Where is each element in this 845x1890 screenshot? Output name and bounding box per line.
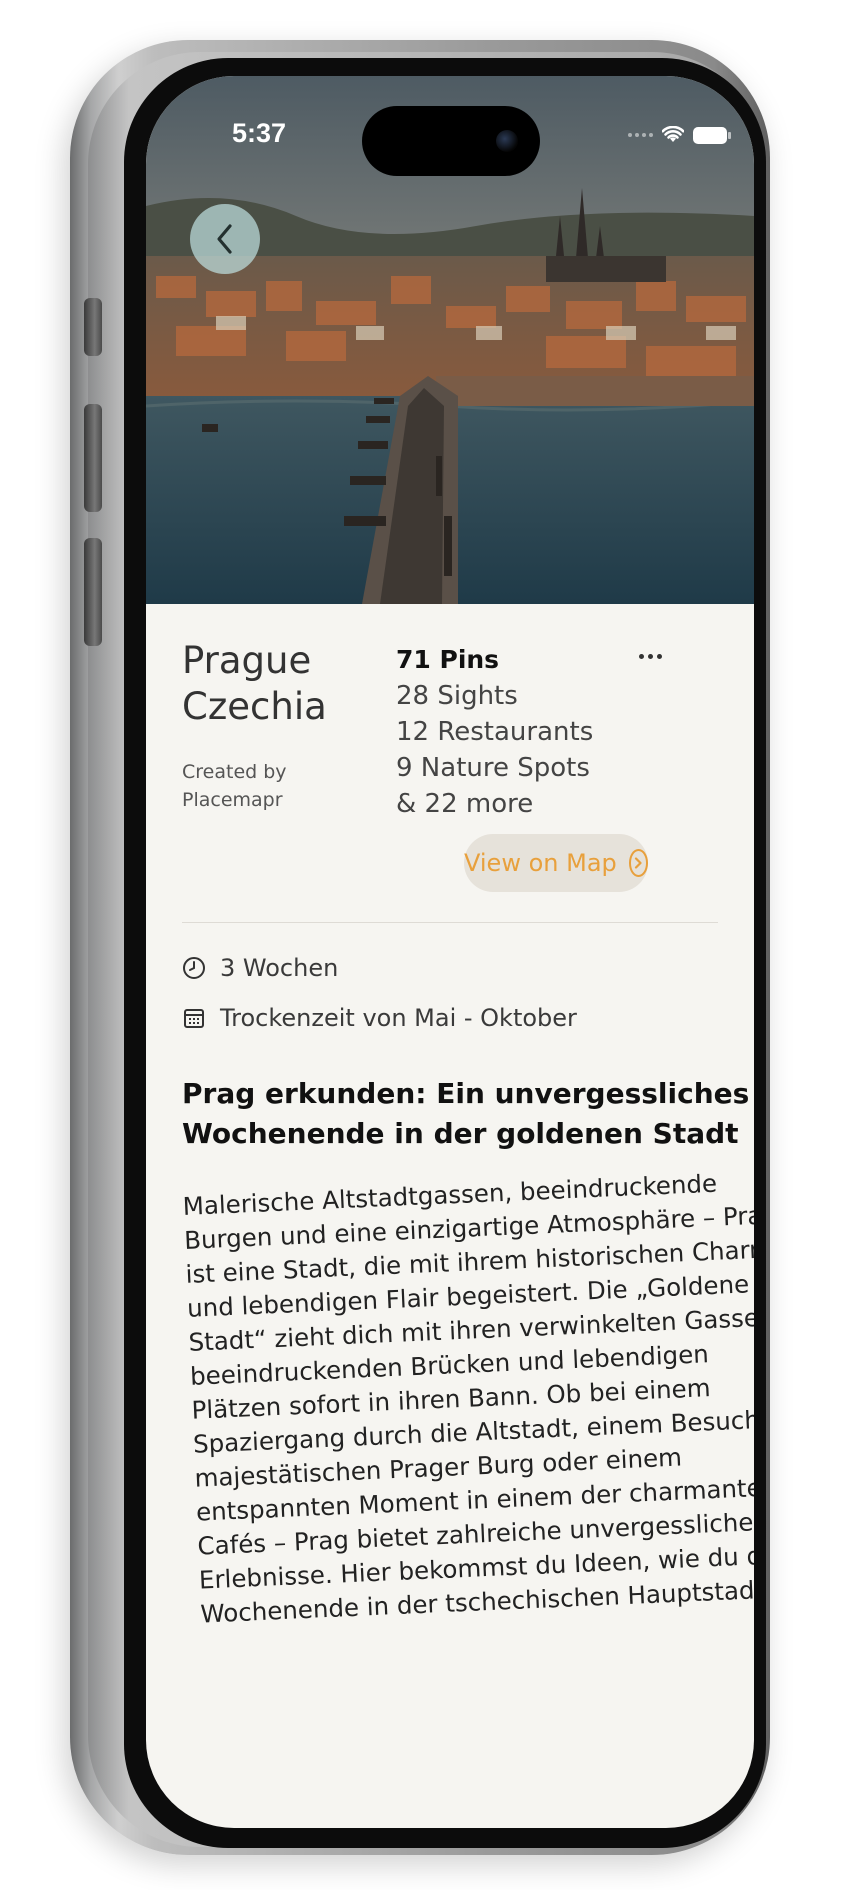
wifi-icon [662,126,684,142]
more-dot-icon [638,653,644,659]
pin-category-restaurants: 12 Restaurants [396,717,594,747]
view-on-map-label: View on Map [464,849,617,877]
chevron-right-circle-icon [628,849,648,877]
back-button[interactable] [190,204,260,274]
phone-bezel: 5:37 Prague Czechia Created by Placemapr… [124,58,766,1848]
chevron-left-icon [217,224,232,254]
volume-up-button [84,404,102,512]
duration-row: 3 Wochen [182,954,338,982]
creator-info: Created by Placemapr [182,758,287,814]
guide-headline: Prag erkunden: Ein unvergessliches Woche… [182,1074,750,1154]
status-time: 5:37 [232,118,287,148]
headline-line: Prag erkunden: Ein unvergessliches [182,1077,750,1110]
pin-category-nature: 9 Nature Spots [396,753,590,783]
pin-category-sights: 28 Sights [396,681,518,711]
more-dot-icon [647,653,653,659]
status-icons [628,126,731,144]
season-row: Trockenzeit von Mai - Oktober [182,1004,577,1032]
headline-line: Wochenende in der goldenen Stadt [182,1117,739,1150]
calendar-icon [184,1009,204,1028]
more-options-button[interactable] [630,644,670,668]
creator-label: Created by [182,761,287,783]
action-button [84,298,102,356]
volume-down-button [84,538,102,646]
view-on-map-button[interactable]: View on Map [464,834,648,892]
duration-text: 3 Wochen [220,954,339,982]
signal-icon [628,133,653,137]
place-title: Prague Czechia [182,638,327,730]
hero-image: 5:37 [146,76,754,604]
battery-icon [693,126,731,144]
place-country: Czechia [182,685,327,728]
pin-category-more: & 22 more [396,789,534,819]
creator-name: Placemapr [182,789,283,811]
guide-description: Malerische Altstadtgassen, beeindruckend… [182,1166,754,1632]
pin-stats: 71 Pins 28 Sights 12 Restaurants 9 Natur… [396,642,593,822]
screen: 5:37 Prague Czechia Created by Placemapr… [146,76,754,1828]
front-camera [496,130,518,152]
season-text: Trockenzeit von Mai - Oktober [220,1004,577,1032]
more-dot-icon [656,653,662,659]
place-city: Prague [182,639,312,682]
dynamic-island [362,106,540,176]
clock-icon [183,957,205,979]
pin-total: 71 Pins [396,645,500,674]
section-divider [182,922,718,923]
